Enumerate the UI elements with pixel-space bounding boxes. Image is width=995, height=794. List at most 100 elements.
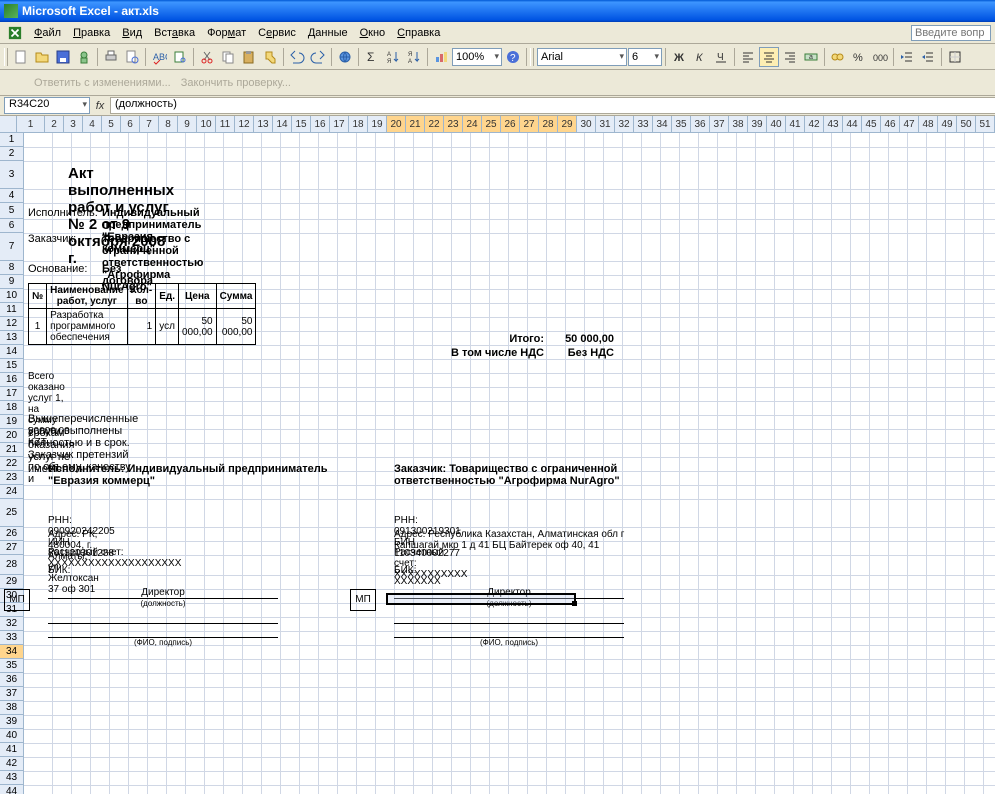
column-header[interactable]: 22 [425,116,444,132]
column-header[interactable]: 11 [216,116,235,132]
column-header[interactable]: 16 [311,116,330,132]
column-header[interactable]: 18 [349,116,368,132]
row-header[interactable]: 3 [0,161,24,189]
row-header[interactable]: 14 [0,345,24,359]
row-header[interactable]: 26 [0,527,24,541]
percent-icon[interactable]: % [849,47,869,67]
row-header[interactable]: 22 [0,457,24,471]
column-header[interactable]: 10 [197,116,216,132]
sort-asc-icon[interactable]: AЯ [383,47,403,67]
row-header[interactable]: 23 [0,471,24,485]
column-header[interactable]: 25 [482,116,501,132]
column-header[interactable]: 38 [729,116,748,132]
column-header[interactable]: 21 [406,116,425,132]
column-header[interactable]: 13 [254,116,273,132]
column-header[interactable]: 26 [501,116,520,132]
column-header[interactable]: 34 [653,116,672,132]
column-header[interactable]: 12 [235,116,254,132]
column-header[interactable]: 7 [140,116,159,132]
column-header[interactable]: 14 [273,116,292,132]
row-header[interactable]: 18 [0,401,24,415]
undo-icon[interactable] [287,47,307,67]
column-header[interactable]: 4 [83,116,102,132]
print-icon[interactable] [101,47,121,67]
help-icon[interactable]: ? [503,47,523,67]
column-header[interactable]: 8 [159,116,178,132]
column-header[interactable]: 45 [862,116,881,132]
fx-button[interactable]: fx [90,100,110,112]
cut-icon[interactable] [197,47,217,67]
row-header[interactable]: 29 [0,575,24,589]
help-search-input[interactable] [911,25,991,41]
toolbar-grip-2[interactable] [530,48,534,66]
bold-icon[interactable]: Ж [669,47,689,67]
column-header[interactable]: 47 [900,116,919,132]
row-header[interactable]: 7 [0,233,24,261]
row-header[interactable]: 10 [0,289,24,303]
name-box[interactable]: R34C20 [4,97,90,114]
row-header[interactable]: 37 [0,687,24,701]
row-header[interactable]: 8 [0,261,24,275]
open-icon[interactable] [32,47,52,67]
paste-icon[interactable] [239,47,259,67]
column-header[interactable]: 1 [17,116,45,132]
column-header[interactable]: 2 [45,116,64,132]
row-header[interactable]: 1 [0,133,24,147]
column-header[interactable]: 49 [938,116,957,132]
row-header[interactable]: 35 [0,659,24,673]
save-icon[interactable] [53,47,73,67]
row-header[interactable]: 42 [0,757,24,771]
column-header[interactable]: 35 [672,116,691,132]
column-header[interactable]: 31 [596,116,615,132]
column-header[interactable]: 40 [767,116,786,132]
research-icon[interactable] [170,47,190,67]
row-header[interactable]: 28 [0,555,24,575]
row-header[interactable]: 39 [0,715,24,729]
italic-icon[interactable]: К [690,47,710,67]
select-all-corner[interactable] [0,116,17,133]
row-header[interactable]: 15 [0,359,24,373]
row-header[interactable]: 36 [0,673,24,687]
align-right-icon[interactable] [780,47,800,67]
column-header[interactable]: 20 [387,116,406,132]
column-header[interactable]: 44 [843,116,862,132]
row-header[interactable]: 21 [0,443,24,457]
row-header[interactable]: 41 [0,743,24,757]
row-header[interactable]: 38 [0,701,24,715]
cells-area[interactable]: Акт выполненных работ и услуг № 2 от 9 о… [24,133,995,794]
column-header[interactable]: 19 [368,116,387,132]
sort-desc-icon[interactable]: ЯA [404,47,424,67]
column-header[interactable]: 24 [463,116,482,132]
underline-icon[interactable]: Ч [711,47,731,67]
spelling-icon[interactable]: ABC [149,47,169,67]
menu-data[interactable]: Данные [302,25,354,41]
new-icon[interactable] [11,47,31,67]
column-header[interactable]: 29 [558,116,577,132]
column-header[interactable]: 30 [577,116,596,132]
column-header[interactable]: 9 [178,116,197,132]
column-header[interactable]: 23 [444,116,463,132]
row-header[interactable]: 19 [0,415,24,429]
row-header[interactable]: 5 [0,203,24,219]
excel-control-icon[interactable] [8,26,22,40]
row-header[interactable]: 34 [0,645,24,659]
menu-file[interactable]: Файл [28,25,67,41]
menu-view[interactable]: Вид [116,25,148,41]
menu-edit[interactable]: Правка [67,25,116,41]
worksheet[interactable]: 1234567891011121314151617181920212223242… [0,116,995,794]
column-header[interactable]: 48 [919,116,938,132]
column-header[interactable]: 46 [881,116,900,132]
row-header[interactable]: 44 [0,785,24,794]
column-header[interactable]: 17 [330,116,349,132]
column-header[interactable]: 3 [64,116,83,132]
format-painter-icon[interactable] [260,47,280,67]
column-header[interactable]: 6 [121,116,140,132]
menu-format[interactable]: Формат [201,25,252,41]
permission-icon[interactable] [74,47,94,67]
row-header[interactable]: 33 [0,631,24,645]
font-name-combo[interactable]: Arial [537,48,627,66]
menu-help[interactable]: Справка [391,25,446,41]
row-header[interactable]: 24 [0,485,24,499]
column-header[interactable]: 28 [539,116,558,132]
row-header[interactable]: 16 [0,373,24,387]
